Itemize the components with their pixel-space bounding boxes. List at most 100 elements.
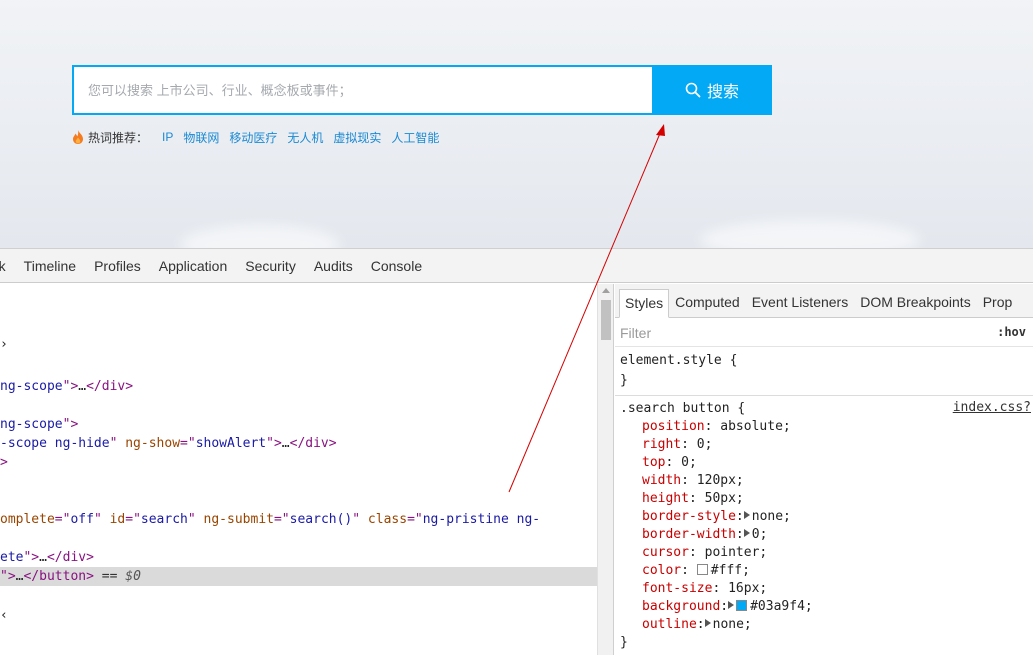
- rule-source-link[interactable]: index.css?: [953, 400, 1031, 415]
- scrollbar-thumb[interactable]: [601, 300, 611, 340]
- css-property-value[interactable]: #fff;: [711, 563, 750, 578]
- dom-node-line[interactable]: ‹: [0, 606, 8, 625]
- dom-node-line[interactable]: ng-scope">…</div>: [0, 377, 133, 396]
- dom-node-line[interactable]: -scope ng-hide" ng-show="showAlert">…</d…: [0, 434, 337, 453]
- css-colon: :: [735, 527, 744, 542]
- dom-node-line[interactable]: ›: [0, 335, 8, 354]
- color-swatch-icon[interactable]: [696, 564, 708, 575]
- dom-node-line[interactable]: ete">…</div>: [0, 548, 94, 567]
- css-property-value[interactable]: 0;: [697, 437, 713, 452]
- css-rule-search-button: .search button { index.css? position: ab…: [615, 396, 1033, 655]
- hot-keyword-link[interactable]: 人工智能: [391, 129, 439, 146]
- css-property-value[interactable]: absolute;: [720, 419, 790, 434]
- expand-triangle-icon[interactable]: [728, 601, 735, 609]
- background-cloud: [700, 220, 920, 248]
- css-property-value[interactable]: 0;: [681, 455, 697, 470]
- hot-keyword-link[interactable]: 无人机: [287, 129, 323, 146]
- scroll-up-icon[interactable]: [602, 288, 610, 293]
- css-property-value[interactable]: none;: [752, 509, 791, 524]
- fire-icon: [73, 130, 83, 144]
- css-colon: :: [704, 419, 721, 434]
- dom-node-line[interactable]: omplete="off" id="search" ng-submit="sea…: [0, 510, 540, 529]
- css-declaration[interactable]: position: absolute;: [642, 418, 791, 436]
- css-declaration[interactable]: height: 50px;: [642, 490, 744, 508]
- hot-keyword-link[interactable]: 虚拟现实: [333, 129, 381, 146]
- dom-token: showAlert: [195, 436, 267, 451]
- expand-triangle-icon[interactable]: [743, 529, 750, 537]
- tab-security[interactable]: Security: [245, 258, 296, 274]
- tab-event-listeners[interactable]: Event Listeners: [746, 294, 855, 317]
- hot-keyword-link[interactable]: 物联网: [183, 129, 219, 146]
- search-input[interactable]: [74, 67, 654, 113]
- tab-console[interactable]: Console: [371, 258, 422, 274]
- css-declaration[interactable]: outline: none;: [642, 616, 752, 634]
- dom-token: ng-scope: [0, 417, 63, 432]
- css-property-name[interactable]: border-style: [642, 509, 736, 524]
- dom-token: class: [367, 512, 408, 527]
- tab-timeline[interactable]: Timeline: [24, 258, 76, 274]
- tab-network[interactable]: rk: [0, 258, 6, 274]
- css-property-name[interactable]: border-width: [642, 527, 736, 542]
- elements-tree[interactable]: › ng-scope">…</div> ng-scope"> -scope ng-hi…: [0, 284, 597, 655]
- css-declaration[interactable]: cursor: pointer;: [642, 544, 767, 562]
- css-declaration[interactable]: font-size: 16px;: [642, 580, 767, 598]
- dom-token: =": [125, 512, 141, 527]
- css-property-name[interactable]: color: [642, 563, 681, 578]
- css-property-name[interactable]: font-size: [642, 581, 712, 596]
- expand-triangle-icon[interactable]: [704, 619, 711, 627]
- dom-node-line[interactable]: >: [0, 453, 8, 472]
- color-swatch-icon[interactable]: [736, 600, 748, 611]
- search-form: 搜索: [72, 65, 772, 115]
- dom-token: =": [54, 512, 71, 527]
- css-property-value[interactable]: #03a9f4;: [750, 599, 813, 614]
- tab-computed[interactable]: Computed: [669, 294, 746, 317]
- tab-properties[interactable]: Prop: [977, 294, 1019, 317]
- css-property-name[interactable]: cursor: [642, 545, 689, 560]
- dom-token: …: [78, 379, 87, 394]
- search-button[interactable]: 搜索: [652, 65, 772, 115]
- css-property-name[interactable]: background: [642, 599, 720, 614]
- css-property-name[interactable]: width: [642, 473, 681, 488]
- dom-token: =": [407, 512, 423, 527]
- css-declaration[interactable]: top: 0;: [642, 454, 697, 472]
- css-property-name[interactable]: top: [642, 455, 665, 470]
- dom-token: ng-show: [125, 436, 181, 451]
- rule-close-brace: }: [620, 635, 628, 650]
- hot-keyword-link[interactable]: 移动医疗: [229, 129, 277, 146]
- css-property-value[interactable]: 16px;: [728, 581, 767, 596]
- dom-token: ‹: [0, 608, 8, 623]
- css-declaration[interactable]: width: 120px;: [642, 472, 744, 490]
- css-declaration[interactable]: background: #03a9f4;: [642, 598, 813, 616]
- dom-token: -scope ng-hide: [0, 436, 110, 451]
- css-property-name[interactable]: position: [642, 419, 705, 434]
- selected-dom-node[interactable]: ">…</button> == $0: [0, 567, 597, 586]
- css-declaration[interactable]: border-width: 0;: [642, 526, 767, 544]
- css-property-value[interactable]: pointer;: [705, 545, 768, 560]
- dom-token: =": [180, 436, 196, 451]
- css-property-name[interactable]: height: [642, 491, 689, 506]
- css-property-value[interactable]: 0;: [752, 527, 768, 542]
- hover-state-toggle[interactable]: :hov: [997, 325, 1026, 339]
- css-property-name[interactable]: right: [642, 437, 681, 452]
- styles-filter-input[interactable]: [620, 324, 920, 342]
- css-colon: :: [712, 581, 729, 596]
- dom-token: search: [140, 512, 188, 527]
- css-declaration[interactable]: border-style: none;: [642, 508, 791, 526]
- elements-scrollbar[interactable]: [597, 284, 614, 655]
- hot-keyword-link[interactable]: IP: [162, 130, 173, 144]
- expand-triangle-icon[interactable]: [743, 511, 750, 519]
- tab-application[interactable]: Application: [159, 258, 228, 274]
- element-style-selector[interactable]: element.style {: [620, 352, 737, 370]
- rule-selector[interactable]: .search button {: [620, 400, 745, 418]
- css-declaration[interactable]: right: 0;: [642, 436, 712, 454]
- css-property-value[interactable]: 50px;: [705, 491, 744, 506]
- css-property-value[interactable]: none;: [713, 617, 752, 632]
- tab-audits[interactable]: Audits: [314, 258, 353, 274]
- tab-dom-breakpoints[interactable]: DOM Breakpoints: [854, 294, 976, 317]
- tab-profiles[interactable]: Profiles: [94, 258, 141, 274]
- css-property-value[interactable]: 120px;: [697, 473, 744, 488]
- css-declaration[interactable]: color: #fff;: [642, 562, 750, 580]
- dom-node-line[interactable]: ng-scope">: [0, 415, 78, 434]
- css-property-name[interactable]: outline: [642, 617, 697, 632]
- tab-styles[interactable]: Styles: [619, 289, 670, 318]
